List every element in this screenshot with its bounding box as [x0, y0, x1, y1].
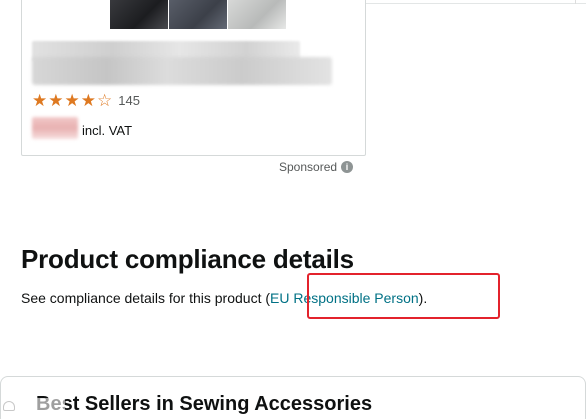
sponsored-label[interactable]: Sponsored i: [279, 160, 354, 174]
compliance-text-prefix: See compliance details for this product …: [21, 290, 271, 306]
info-icon[interactable]: i: [341, 161, 354, 173]
color-thumbnail-black[interactable]: [110, 0, 168, 29]
compliance-heading: Product compliance details: [21, 244, 354, 274]
red-highlight-annotation: [307, 273, 500, 319]
top-divider: [366, 3, 586, 4]
blurred-product-title-line2[interactable]: [32, 57, 332, 85]
product-rating[interactable]: ★ ★ ★ ★ ☆ 145: [32, 92, 140, 109]
sponsored-product-card[interactable]: ★ ★ ★ ★ ☆ 145 incl. VAT: [21, 0, 366, 156]
watermark: [3, 398, 65, 414]
color-thumbnail-grey[interactable]: [169, 0, 227, 29]
color-thumbnail-white[interactable]: [228, 0, 286, 29]
price-vat-note: incl. VAT: [82, 123, 133, 138]
sponsored-text: Sponsored: [279, 160, 338, 174]
watermark-icon: [3, 401, 15, 411]
blurred-price: [32, 117, 78, 139]
right-divider: [575, 0, 576, 4]
product-color-thumbnails[interactable]: [110, 0, 296, 29]
rating-count[interactable]: 145: [118, 93, 140, 108]
star-full-icon: ★: [80, 91, 96, 110]
best-sellers-title: Best Sellers in Sewing Accessories: [36, 393, 373, 415]
star-full-icon: ★: [48, 91, 64, 110]
star-full-icon: ★: [64, 91, 80, 110]
star-full-icon: ★: [32, 91, 48, 110]
star-empty-icon: ☆: [97, 91, 113, 110]
